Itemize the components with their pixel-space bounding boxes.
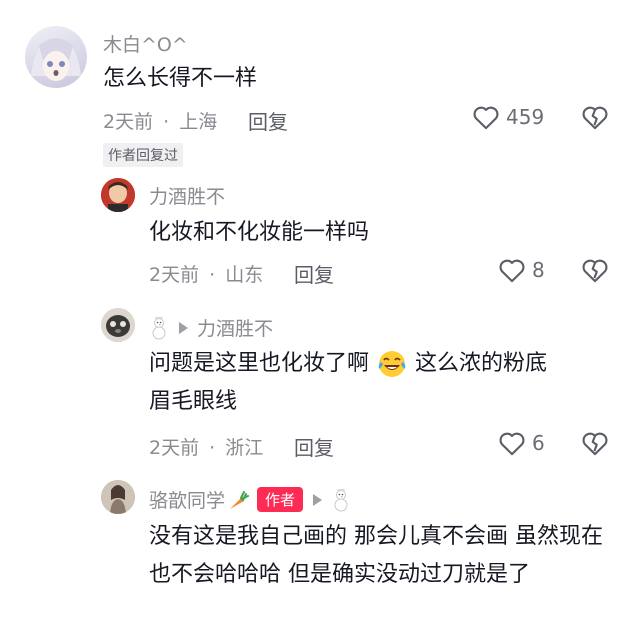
play-arrow-icon: [311, 493, 323, 507]
comment-username[interactable]: 骆歆同学: [149, 486, 225, 513]
comment-text-part: 这么浓的粉底: [415, 351, 548, 376]
like-count: 459: [506, 105, 545, 129]
comment-time: 2天前: [149, 437, 200, 459]
avatar[interactable]: [25, 26, 87, 88]
meta-separator: ·: [209, 264, 216, 286]
meta-separator: ·: [163, 111, 170, 133]
broken-heart-icon: [581, 257, 609, 283]
broken-heart-icon: [581, 430, 609, 456]
comment-time: 2天前: [103, 111, 154, 133]
comment-text: 怎么长得不一样: [103, 66, 258, 91]
broken-heart-icon: [581, 104, 609, 130]
avatar-image: [101, 308, 135, 342]
comment-location: 山东: [225, 264, 264, 286]
avatar-image: [101, 178, 135, 212]
laughing-crying-emoji-icon: [377, 349, 407, 379]
comment-username[interactable]: 力酒胜不: [149, 182, 225, 209]
comment-meta: 2天前 · 上海: [103, 107, 217, 134]
like-button[interactable]: 459: [472, 104, 544, 130]
comment-text: 没有这是我自己画的 那会儿真不会画 虽然现在也不会哈哈哈 但是确实没动过刀就是了: [149, 524, 603, 587]
dislike-button[interactable]: [581, 104, 609, 130]
like-button[interactable]: 8: [498, 257, 545, 283]
dislike-button[interactable]: [581, 257, 609, 283]
like-count: 8: [532, 258, 545, 282]
avatar[interactable]: [101, 308, 135, 342]
dislike-button[interactable]: [581, 430, 609, 456]
reply-button[interactable]: 回复: [294, 432, 334, 461]
avatar[interactable]: [101, 480, 135, 514]
comment-location: 上海: [179, 111, 218, 133]
snowman-icon: [149, 316, 169, 340]
reply-to-username[interactable]: 力酒胜不: [197, 314, 273, 341]
heart-outline-icon: [498, 430, 526, 456]
comment-text-part: 眉毛眼线: [149, 389, 238, 414]
reply-button[interactable]: 回复: [248, 106, 288, 135]
snowman-icon: [331, 488, 351, 512]
avatar[interactable]: [101, 178, 135, 212]
comment-text: 问题是这里也化妆了啊 这么浓的粉底 眉毛眼线: [149, 345, 619, 421]
author-tag: 作者: [257, 487, 304, 512]
like-button[interactable]: 6: [498, 430, 545, 456]
avatar-image: [101, 480, 135, 514]
avatar-image: [31, 36, 81, 81]
heart-outline-icon: [472, 104, 500, 130]
comment-text: 化妆和不化妆能一样吗: [149, 220, 370, 245]
carrot-icon: [227, 489, 250, 511]
author-header: 骆歆同学 作者: [149, 486, 351, 513]
reply-button[interactable]: 回复: [294, 259, 334, 288]
play-arrow-icon: [177, 321, 189, 335]
author-replied-tag: 作者回复过: [103, 143, 183, 167]
reply-header: 力酒胜不: [149, 314, 273, 341]
comment-meta: 2天前 · 山东: [149, 260, 263, 287]
heart-outline-icon: [498, 257, 526, 283]
meta-separator: ·: [209, 437, 216, 459]
comment-username[interactable]: 木白^O^: [103, 30, 188, 57]
comment-location: 浙江: [225, 437, 264, 459]
comment-meta: 2天前 · 浙江: [149, 433, 263, 460]
comment-text-part: 问题是这里也化妆了啊: [149, 351, 370, 376]
comment-time: 2天前: [149, 264, 200, 286]
like-count: 6: [532, 431, 545, 455]
